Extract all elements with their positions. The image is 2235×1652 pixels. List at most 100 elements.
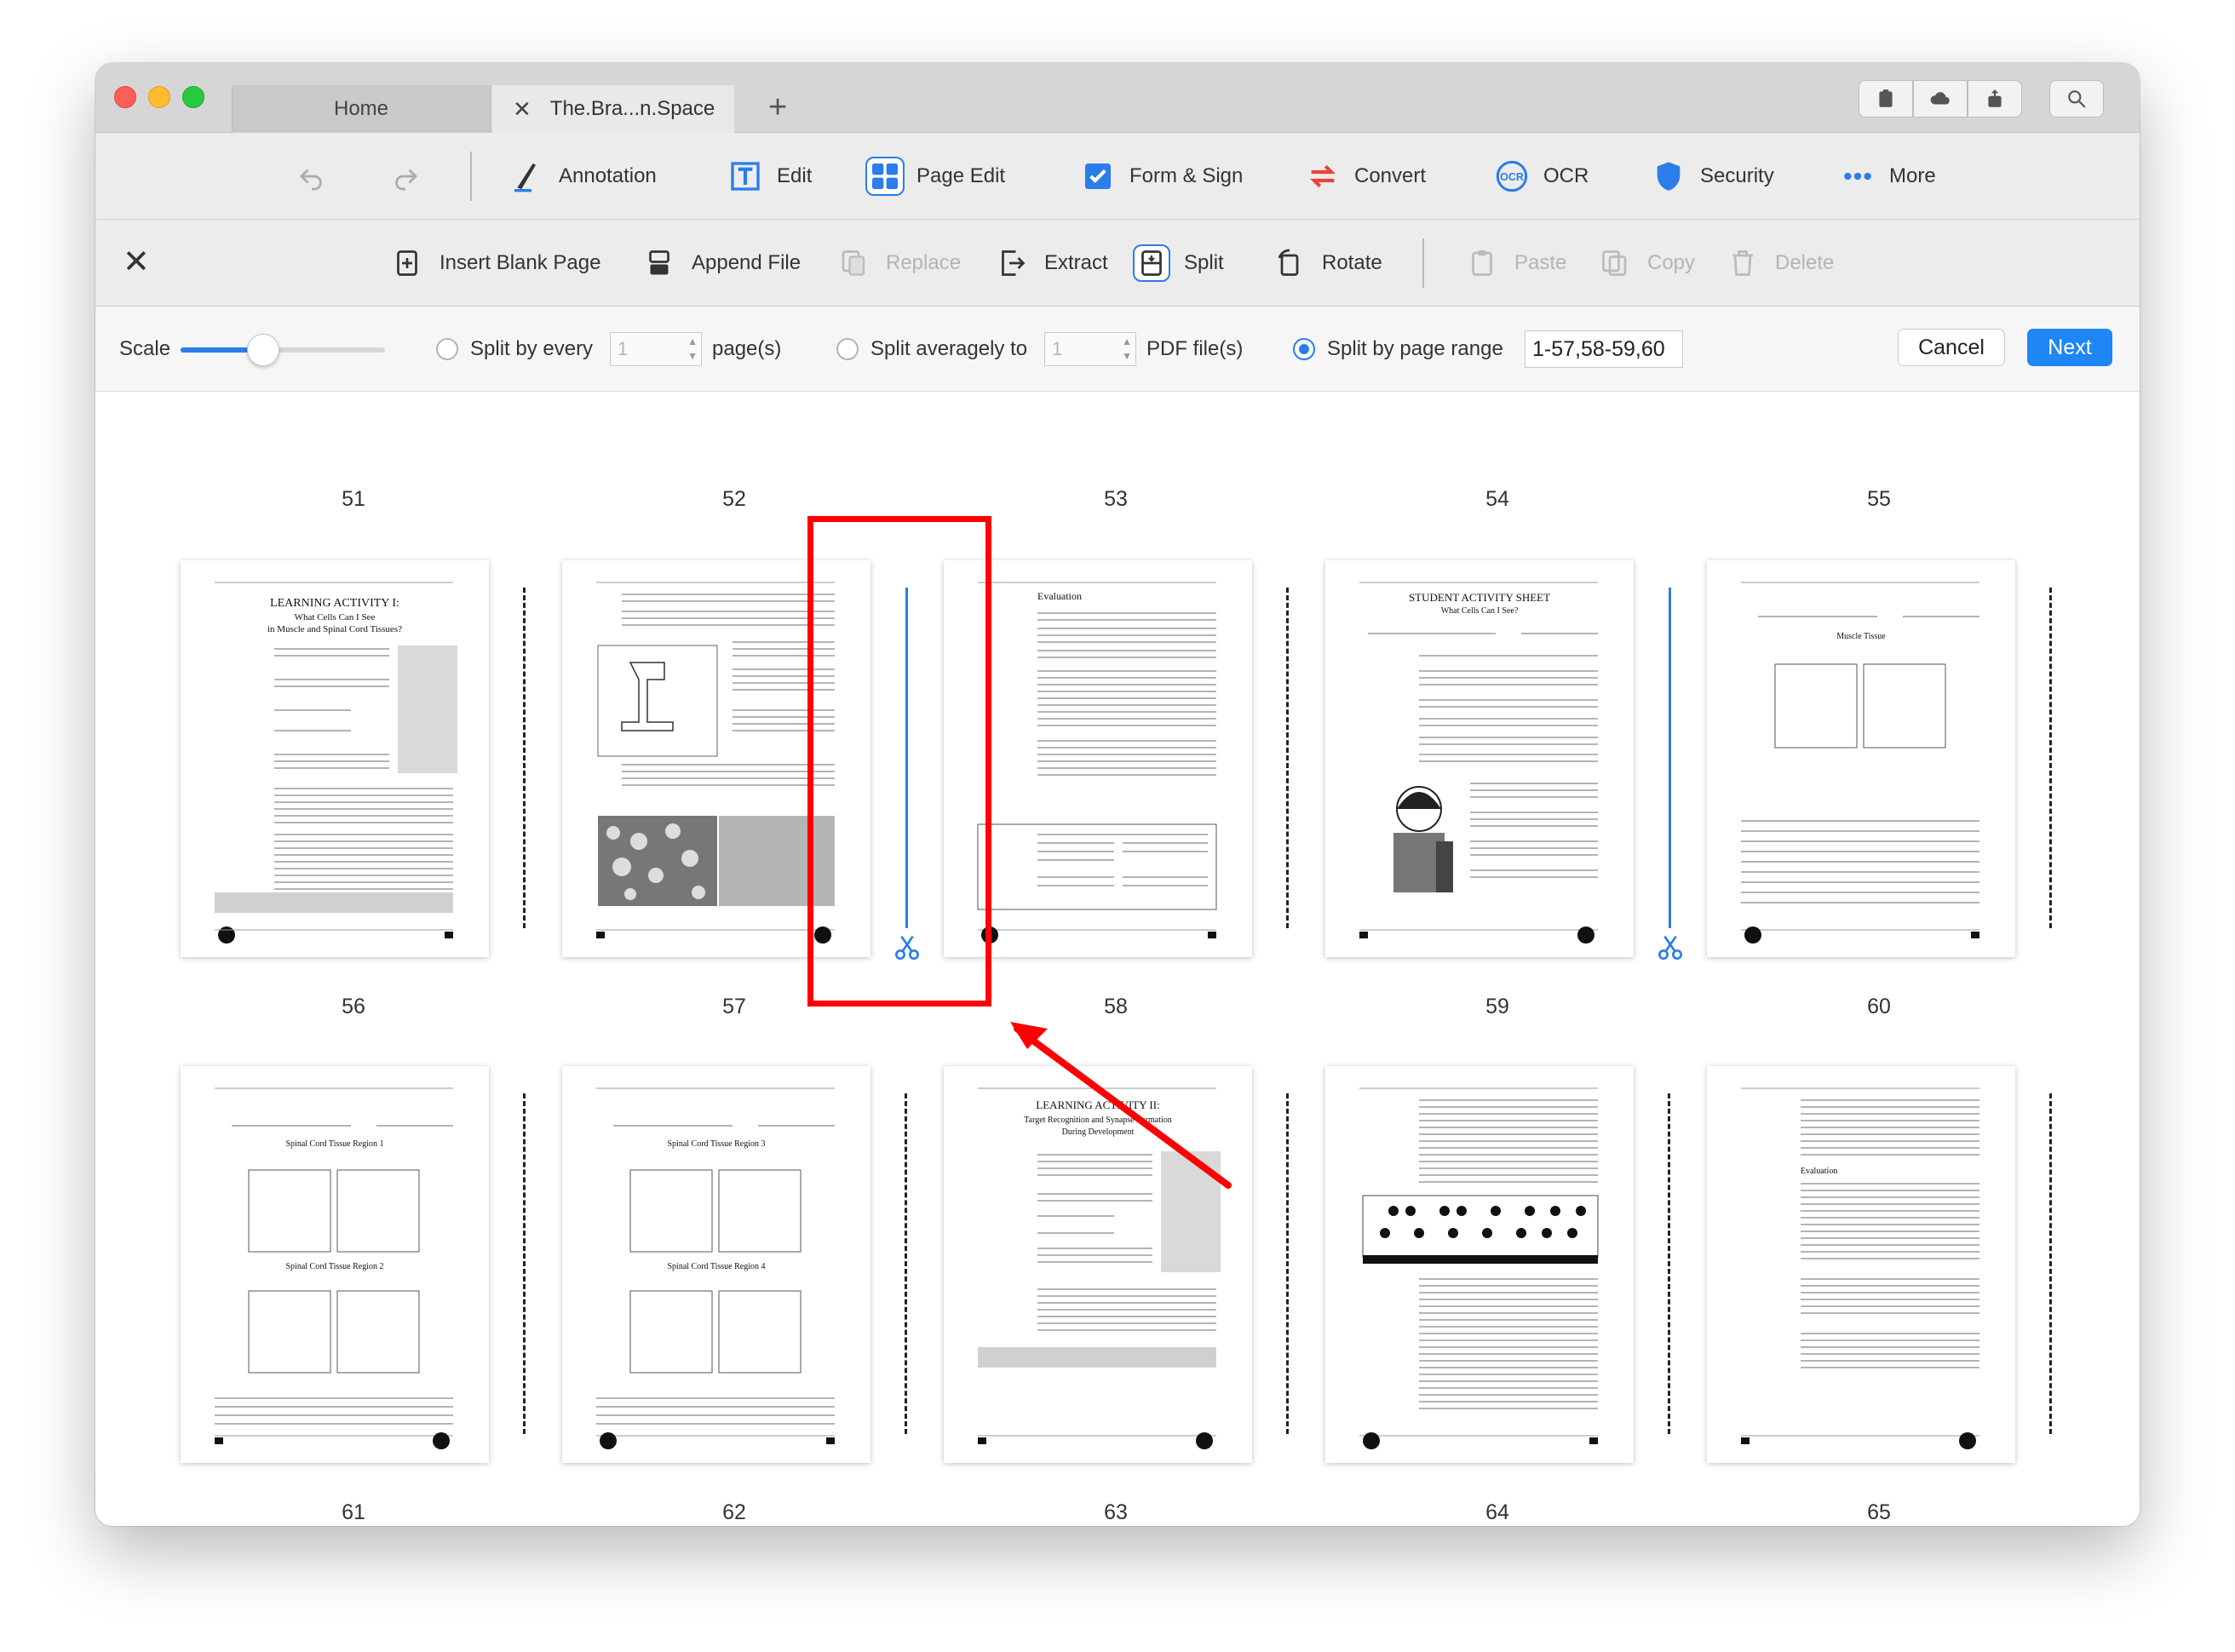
split-every-input[interactable]: 1 ▲ ▼ — [610, 332, 702, 366]
delete-button[interactable]: Delete — [1724, 220, 1834, 307]
page-separator[interactable] — [905, 1093, 907, 1434]
split-icon — [1133, 244, 1170, 282]
page-thumbnail-63[interactable]: LEARNING ACTIVITY II: Target Recognition… — [944, 1066, 1252, 1463]
split-options-bar: Scale Split by every 1 ▲ ▼ page(s) Split … — [95, 307, 2140, 392]
stepper-arrows-icon[interactable]: ▲ ▼ — [1122, 335, 1132, 364]
ocr-tool[interactable]: OCR OCR — [1492, 133, 1589, 220]
replace-label: Replace — [886, 251, 962, 274]
undo-button[interactable] — [296, 133, 327, 220]
replace-button[interactable]: Replace — [835, 220, 961, 307]
split-average-option[interactable]: Split averagely to — [836, 307, 1027, 392]
form-sign-tool[interactable]: Form & Sign — [1078, 133, 1243, 220]
cloud-button[interactable] — [1913, 80, 1968, 118]
extract-button[interactable]: Extract — [993, 220, 1108, 307]
highlight-box — [807, 516, 991, 1007]
cancel-button[interactable]: Cancel — [1898, 329, 2005, 366]
page-separator[interactable] — [523, 1093, 526, 1434]
page-59-content: STUDENT ACTIVITY SHEET What Cells Can I … — [1359, 582, 1598, 944]
main-toolbar: Annotation Edit Page Edit Form & Sign Co… — [95, 133, 2140, 220]
page-63-subtitle: Target Recognition and Synapse Formation — [1024, 1116, 1172, 1125]
split-range-radio[interactable] — [1293, 338, 1315, 360]
page-62-heading-1: Spinal Cord Tissue Region 3 — [667, 1139, 765, 1149]
page-number: 51 — [342, 487, 365, 511]
page-separator[interactable] — [2049, 1093, 2052, 1434]
split-button[interactable]: Split — [1133, 220, 1224, 307]
append-file-icon — [641, 244, 678, 282]
split-average-input[interactable]: 1 ▲ ▼ — [1044, 332, 1136, 366]
redo-button[interactable] — [390, 133, 421, 220]
scale-slider-knob[interactable] — [247, 334, 279, 366]
page-65-title: Evaluation — [1801, 1167, 1837, 1176]
page-grid: 51 52 53 54 55 LEARNING ACTIVITY I: What… — [95, 392, 2140, 1526]
tab-home[interactable]: Home — [232, 85, 491, 133]
more-dots-icon — [1838, 157, 1877, 196]
redo-icon — [395, 169, 417, 191]
search-button[interactable] — [2049, 80, 2104, 118]
page-number: 58 — [1104, 995, 1128, 1018]
tab-document[interactable]: ✕ The.Bra...n.Space — [492, 85, 734, 133]
page-thumbnail-65[interactable]: Evaluation — [1707, 1066, 2015, 1463]
close-page-edit-icon[interactable]: ✕ — [123, 245, 150, 279]
split-every-radio[interactable] — [436, 338, 458, 360]
rotate-button[interactable]: Rotate — [1271, 220, 1382, 307]
page-thumbnail-62[interactable]: Spinal Cord Tissue Region 3 Spinal Cord … — [562, 1066, 870, 1463]
page-63-title: LEARNING ACTIVITY II: — [1036, 1098, 1159, 1111]
page-separator[interactable] — [2049, 588, 2052, 928]
share-button[interactable] — [1968, 80, 2022, 118]
page-edit-tool[interactable]: Page Edit — [865, 133, 1005, 220]
split-every-option[interactable]: Split by every — [436, 307, 593, 392]
split-every-label: Split by every — [470, 337, 594, 360]
split-average-radio[interactable] — [836, 338, 859, 360]
minimize-window-button[interactable] — [148, 86, 170, 108]
shield-icon — [1649, 157, 1688, 196]
page-61-heading-2: Spinal Cord Tissue Region 2 — [285, 1262, 383, 1271]
page-thumbnail-56[interactable]: LEARNING ACTIVITY I: What Cells Can I Se… — [181, 560, 489, 957]
extract-label: Extract — [1044, 251, 1108, 274]
stepper-arrows-icon[interactable]: ▲ ▼ — [687, 335, 698, 364]
page-number: 62 — [722, 1500, 746, 1524]
page-60-content: Muscle Tissue — [1741, 582, 1979, 944]
close-window-button[interactable] — [114, 86, 136, 108]
text-edit-icon — [726, 157, 765, 196]
split-average-label: Split averagely to — [870, 337, 1028, 360]
page-58-title: Evaluation — [1037, 590, 1082, 602]
page-range-input[interactable]: 1-57,58-59,60 — [1525, 330, 1683, 368]
split-marker-line[interactable] — [1669, 588, 1671, 928]
next-button[interactable]: Next — [2027, 329, 2112, 366]
clipboard-button[interactable] — [1859, 80, 1913, 118]
page-59-title: STUDENT ACTIVITY SHEET — [1409, 591, 1550, 604]
page-thumbnail-60[interactable]: Muscle Tissue — [1707, 560, 2015, 957]
split-every-value: 1 — [618, 338, 629, 359]
append-file-label: Append File — [692, 251, 801, 274]
checkbox-icon — [1078, 157, 1118, 196]
paste-icon — [1463, 244, 1501, 282]
page-separator[interactable] — [1286, 588, 1289, 928]
page-62-heading-2: Spinal Cord Tissue Region 4 — [667, 1262, 765, 1271]
close-tab-icon[interactable]: ✕ — [513, 96, 531, 123]
append-file-button[interactable]: Append File — [641, 220, 801, 307]
page-thumbnail-59[interactable]: STUDENT ACTIVITY SHEET What Cells Can I … — [1325, 560, 1634, 957]
page-number: 52 — [722, 487, 746, 511]
page-separator[interactable] — [523, 588, 526, 928]
page-separator[interactable] — [1668, 1093, 1670, 1434]
page-thumbnail-64[interactable] — [1325, 1066, 1634, 1463]
scissors-icon[interactable] — [1657, 933, 1684, 962]
paste-button[interactable]: Paste — [1463, 220, 1566, 307]
page-thumbnail-61[interactable]: Spinal Cord Tissue Region 1 Spinal Cord … — [181, 1066, 489, 1463]
convert-tool[interactable]: Convert — [1303, 133, 1426, 220]
annotation-tool[interactable]: Annotation — [508, 133, 657, 220]
subbar-divider — [1422, 238, 1424, 288]
edit-tool[interactable]: Edit — [726, 133, 812, 220]
copy-button[interactable]: Copy — [1596, 220, 1695, 307]
split-range-option[interactable]: Split by page range — [1293, 307, 1503, 392]
page-number: 54 — [1485, 487, 1509, 511]
insert-blank-page-button[interactable]: Insert Blank Page — [388, 220, 600, 307]
page-separator[interactable] — [1286, 1093, 1289, 1434]
ocr-icon: OCR — [1492, 157, 1531, 196]
zoom-window-button[interactable] — [182, 86, 204, 108]
split-every-unit: page(s) — [712, 337, 782, 360]
page-65-content: Evaluation — [1741, 1087, 1979, 1449]
new-tab-button[interactable]: + — [768, 90, 787, 124]
more-tool[interactable]: More — [1838, 133, 1936, 220]
security-tool[interactable]: Security — [1649, 133, 1774, 220]
